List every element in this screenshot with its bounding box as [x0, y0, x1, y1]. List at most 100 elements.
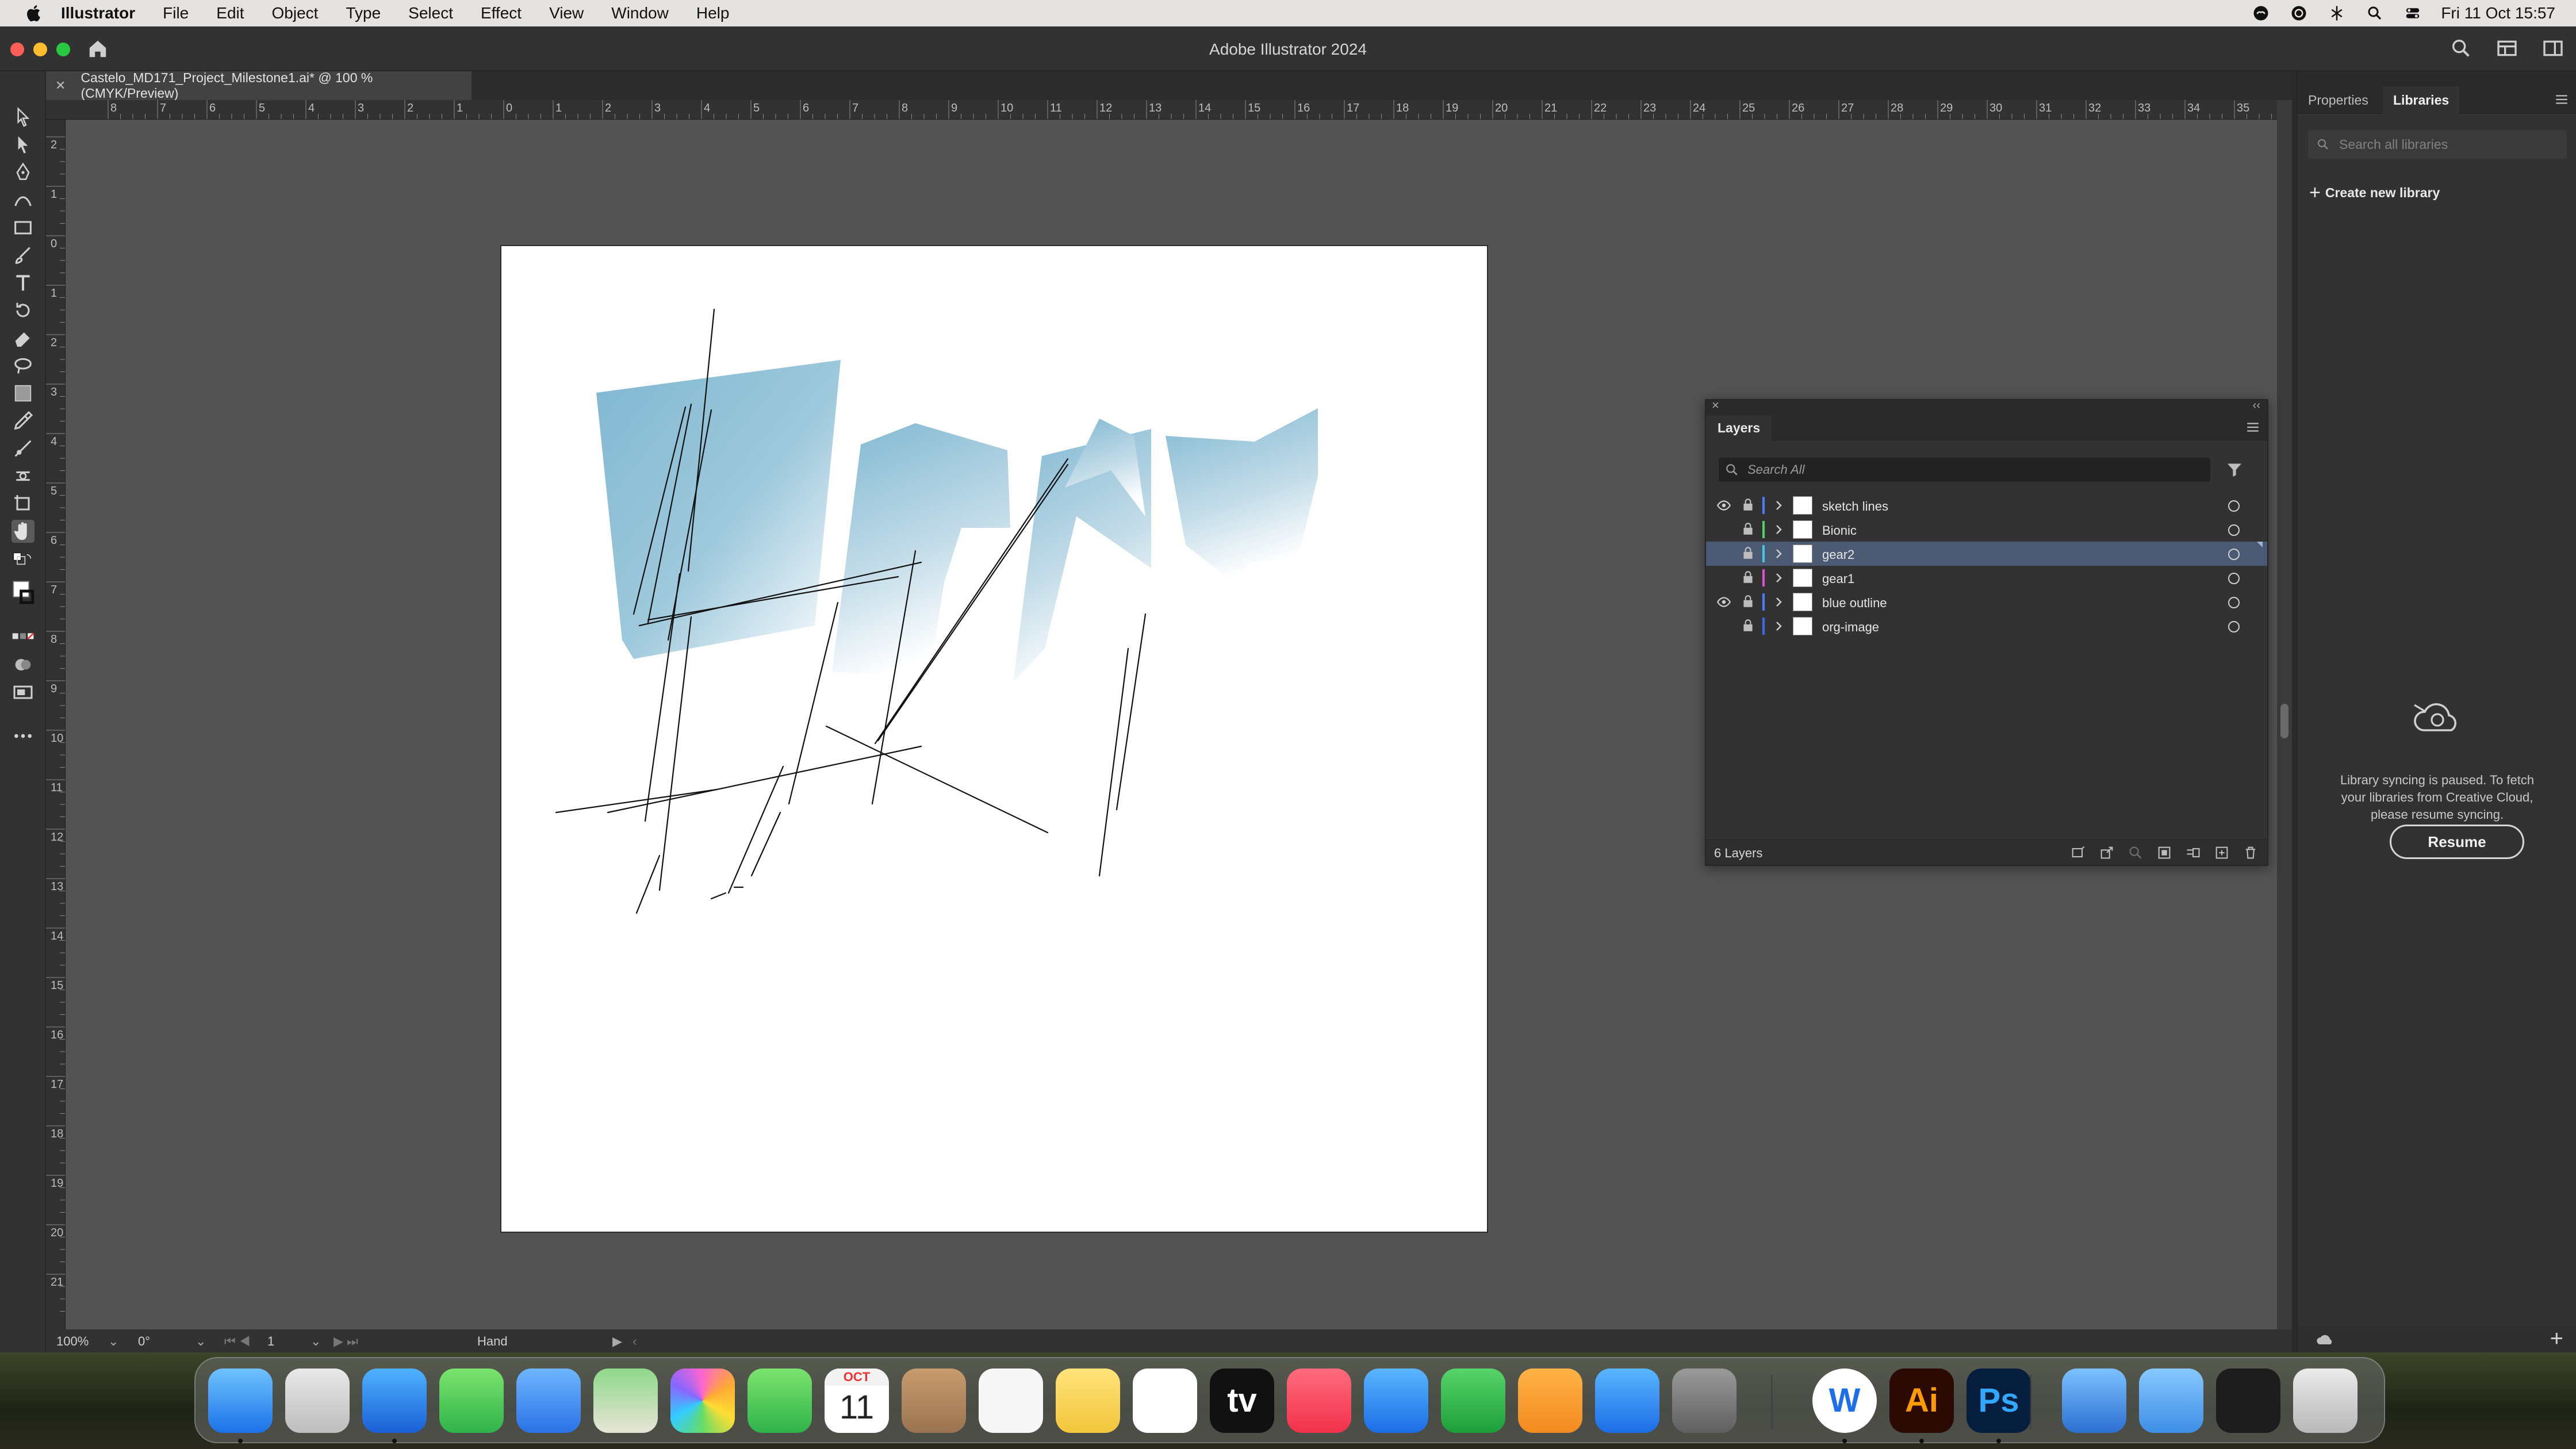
- chevron-right-icon[interactable]: [1773, 499, 1784, 512]
- dock-illustrator-icon[interactable]: Ai: [1889, 1368, 1954, 1433]
- menu-effect[interactable]: Effect: [481, 4, 522, 22]
- dock-word-icon[interactable]: W: [1812, 1368, 1877, 1433]
- artboard-nav-first-icon[interactable]: ⏮ ◀: [224, 1334, 251, 1349]
- menu-file[interactable]: File: [163, 4, 189, 22]
- visibility-eye-icon[interactable]: [1716, 498, 1731, 513]
- panel-dock-divider[interactable]: [2292, 71, 2297, 1352]
- menu-clock[interactable]: Fri 11 Oct 15:57: [2441, 4, 2555, 22]
- create-new-library-button[interactable]: + Create new library: [2309, 182, 2440, 204]
- dock-facetime-icon[interactable]: [747, 1368, 812, 1433]
- dock-notes-icon[interactable]: [1056, 1368, 1120, 1433]
- rotate-tool-icon[interactable]: [12, 299, 34, 322]
- collect-for-export-icon[interactable]: [2069, 845, 2087, 861]
- locate-object-icon[interactable]: [2127, 845, 2144, 861]
- menu-object[interactable]: Object: [272, 4, 319, 22]
- lock-icon[interactable]: [1742, 618, 1754, 633]
- tab-properties[interactable]: Properties: [2298, 86, 2379, 114]
- visibility-toggle[interactable]: [1716, 522, 1731, 537]
- apple-icon[interactable]: [23, 3, 46, 23]
- menu-help[interactable]: Help: [696, 4, 730, 22]
- creative-cloud-icon[interactable]: [2251, 5, 2271, 22]
- lasso-tool-icon[interactable]: [12, 354, 34, 377]
- layer-name[interactable]: sketch lines: [1822, 499, 1888, 514]
- close-panel-icon[interactable]: ×: [1712, 398, 1719, 413]
- close-tab-icon[interactable]: ✕: [55, 78, 66, 93]
- panel-menu-icon[interactable]: [2245, 421, 2260, 434]
- delete-layer-icon[interactable]: [2242, 845, 2259, 861]
- filter-icon[interactable]: [2225, 460, 2244, 480]
- artwork[interactable]: [501, 246, 1487, 1232]
- new-sublayer-icon[interactable]: [2184, 845, 2202, 861]
- layer-target-icon[interactable]: [2228, 573, 2240, 584]
- rotation-value[interactable]: 0°: [138, 1334, 150, 1349]
- paintbrush-tool-icon[interactable]: [12, 244, 34, 267]
- direct-selection-tool-icon[interactable]: [12, 133, 34, 156]
- eyedropper-tool-icon[interactable]: [12, 409, 34, 432]
- layer-row[interactable]: blue outline: [1706, 590, 2267, 614]
- layer-name[interactable]: gear2: [1822, 547, 1854, 562]
- selection-tool-icon[interactable]: [12, 106, 34, 129]
- dock-numbers-icon[interactable]: [1441, 1368, 1505, 1433]
- menu-view[interactable]: View: [549, 4, 584, 22]
- dock-keynote-icon[interactable]: [1364, 1368, 1428, 1433]
- chevron-right-icon[interactable]: [1773, 572, 1784, 584]
- visibility-toggle[interactable]: [1716, 619, 1731, 634]
- collapse-panel-icon[interactable]: ‹‹: [2253, 399, 2260, 412]
- screen-mode-icon[interactable]: [12, 681, 34, 704]
- visibility-toggle[interactable]: [1716, 546, 1731, 561]
- export-icon[interactable]: [2098, 845, 2115, 861]
- chevron-right-icon[interactable]: [1773, 620, 1784, 632]
- dock-tv-icon[interactable]: tv: [1210, 1368, 1274, 1433]
- dock-contacts-icon[interactable]: [902, 1368, 966, 1433]
- layer-name[interactable]: blue outline: [1822, 596, 1887, 611]
- gradient-tool-icon[interactable]: [12, 382, 34, 405]
- layer-name[interactable]: Bionic: [1822, 523, 1857, 538]
- default-fill-stroke-icon[interactable]: [12, 551, 34, 574]
- visibility-eye-icon[interactable]: [1716, 595, 1731, 610]
- libraries-panel[interactable]: Properties Libraries Search all librarie…: [2297, 71, 2576, 1352]
- layer-target-icon[interactable]: [2228, 524, 2240, 536]
- layer-name[interactable]: gear1: [1822, 572, 1854, 586]
- spotlight-search-icon[interactable]: [2365, 5, 2385, 22]
- tab-libraries[interactable]: Libraries: [2383, 86, 2460, 114]
- dock-screenshot-icon[interactable]: [2216, 1368, 2280, 1433]
- wand-icon[interactable]: [2327, 5, 2347, 22]
- dock-app-store-icon[interactable]: [1595, 1368, 1659, 1433]
- clipping-mask-icon[interactable]: [2156, 845, 2173, 861]
- eraser-tool-icon[interactable]: [12, 327, 34, 350]
- sync-status-icon[interactable]: [2289, 5, 2309, 22]
- arrange-documents-icon[interactable]: [2496, 37, 2518, 60]
- layer-row[interactable]: org-image: [1706, 614, 2267, 638]
- artboard-nav-last-icon[interactable]: ▶ ⏭: [334, 1334, 358, 1349]
- horizontal-ruler[interactable]: 8 7 6 5 4 3 2 1 0 1 2 3 4 5 6 7 8 9 10 11 12 13 14 15 16 17 18 19 20…: [46, 100, 2277, 120]
- dock-trash-icon[interactable]: [2293, 1368, 2358, 1433]
- layer-target-icon[interactable]: [2228, 500, 2240, 512]
- dock-photos-icon[interactable]: [670, 1368, 735, 1433]
- layers-panel[interactable]: × ‹‹ Layers Search All sketch lines Bionic…: [1705, 398, 2268, 866]
- artboard-tool-icon[interactable]: [12, 492, 34, 515]
- layer-target-icon[interactable]: [2228, 621, 2240, 632]
- layers-tab[interactable]: Layers: [1706, 415, 1772, 440]
- chevron-right-icon[interactable]: [1773, 523, 1784, 536]
- control-center-icon[interactable]: [2403, 5, 2422, 22]
- dock-messages-icon[interactable]: [439, 1368, 504, 1433]
- dock-calendar-icon[interactable]: OCT 11: [825, 1368, 889, 1433]
- dock-maps-icon[interactable]: [593, 1368, 658, 1433]
- dock-network-icon[interactable]: [2062, 1368, 2126, 1433]
- cloud-icon[interactable]: [2315, 1331, 2336, 1348]
- puppet-warp-tool-icon[interactable]: [12, 465, 34, 488]
- dock-launchpad-icon[interactable]: [285, 1368, 350, 1433]
- menu-select[interactable]: Select: [408, 4, 453, 22]
- menu-type[interactable]: Type: [346, 4, 381, 22]
- dock-music-icon[interactable]: [1287, 1368, 1351, 1433]
- resume-sync-button[interactable]: Resume: [2390, 825, 2524, 859]
- dock-safari-icon[interactable]: [362, 1368, 427, 1433]
- libraries-search-input[interactable]: Search all libraries: [2308, 130, 2567, 159]
- lock-icon[interactable]: [1742, 594, 1754, 609]
- lock-icon[interactable]: [1742, 497, 1754, 512]
- menu-window[interactable]: Window: [611, 4, 669, 22]
- pen-tool-icon[interactable]: [12, 161, 34, 184]
- fill-stroke-swatch-icon[interactable]: [12, 580, 34, 614]
- layer-name[interactable]: org-image: [1822, 620, 1879, 635]
- workspace-switcher-icon[interactable]: [2542, 37, 2564, 60]
